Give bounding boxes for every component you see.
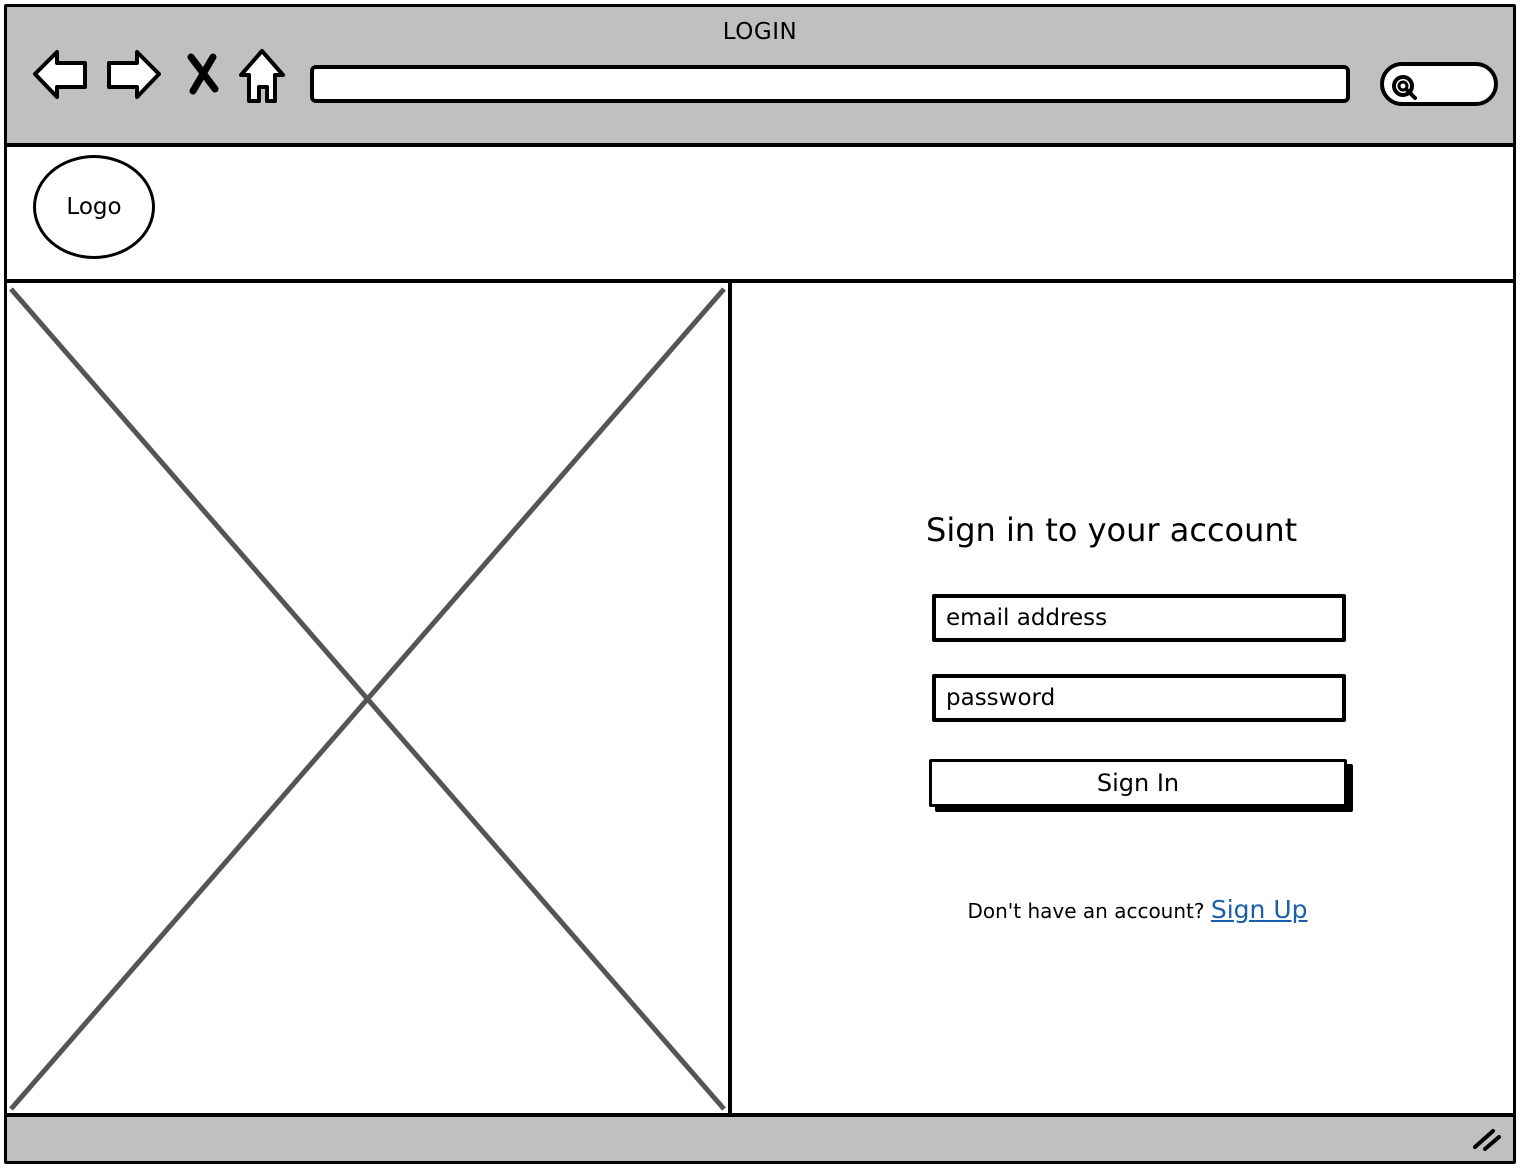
logo[interactable]: Logo: [33, 155, 155, 259]
home-icon[interactable]: [237, 47, 287, 109]
signup-prompt: Don't have an account?: [967, 899, 1205, 923]
signup-row: Don't have an account? Sign Up: [736, 895, 1513, 924]
sign-in-label: Sign In: [1096, 769, 1180, 797]
email-placeholder: email address: [946, 605, 1108, 631]
password-placeholder: password: [946, 685, 1056, 711]
login-panel: Sign in to your account email address pa…: [736, 283, 1513, 1115]
status-bar: [7, 1113, 1513, 1161]
sign-up-link[interactable]: Sign Up: [1211, 895, 1308, 924]
browser-search-box[interactable]: [1380, 62, 1498, 106]
browser-window: LOGIN Logo Sign in to your account email…: [4, 4, 1516, 1164]
login-title: Sign in to your account: [926, 511, 1298, 549]
window-title: LOGIN: [722, 19, 798, 45]
email-field[interactable]: email address: [932, 594, 1346, 642]
sign-in-button[interactable]: Sign In: [929, 759, 1347, 807]
stop-icon[interactable]: [185, 51, 221, 99]
resize-grip-icon[interactable]: [1471, 1125, 1501, 1155]
password-field[interactable]: password: [932, 674, 1346, 722]
image-placeholder: [7, 283, 732, 1115]
image-placeholder-cross-icon: [9, 287, 726, 1111]
browser-titlebar: LOGIN: [7, 7, 1513, 147]
back-arrow-icon[interactable]: [31, 47, 89, 105]
search-icon: [1392, 75, 1417, 100]
forward-arrow-icon[interactable]: [105, 47, 163, 105]
site-header: Logo: [7, 147, 1513, 283]
logo-label: Logo: [66, 194, 122, 220]
address-bar[interactable]: [310, 65, 1350, 103]
